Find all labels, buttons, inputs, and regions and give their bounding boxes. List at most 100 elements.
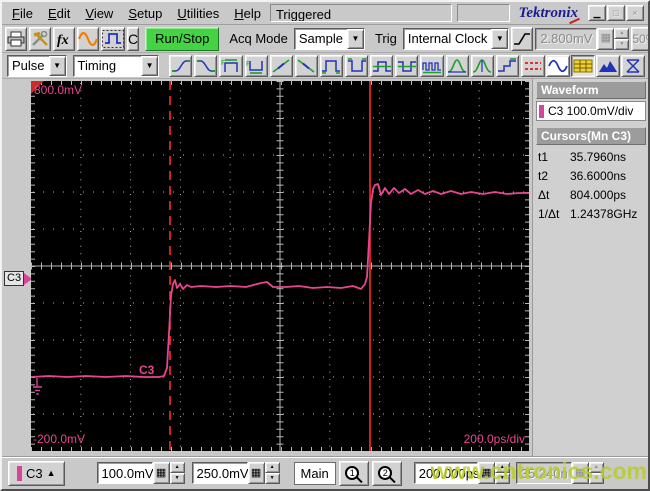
vertical-bottom-label: -200.0mV <box>33 432 86 446</box>
pos-slope-icon <box>272 58 290 73</box>
channel-reference-marker[interactable]: C3 <box>4 271 33 286</box>
dropdown-arrow-icon[interactable]: ▼ <box>141 55 159 76</box>
readout-label: 1/Δt <box>538 207 560 221</box>
spinner-up-icon[interactable]: ▲ <box>264 462 280 473</box>
cursors-toggle-button[interactable] <box>521 54 546 77</box>
svg-text:F: F <box>246 61 250 68</box>
vertical-scale-field[interactable]: 100.0mV/ <box>96 462 157 484</box>
tools-button[interactable] <box>29 26 51 51</box>
menu-file[interactable]: File <box>5 3 41 24</box>
menu-utilities[interactable]: Utilities <box>170 3 227 24</box>
readout-panel: Waveform C3 100.0mV/div Cursors(Mn C3) t… <box>532 79 648 456</box>
menu-setup[interactable]: Setup <box>121 3 170 24</box>
hist-peak2-button[interactable] <box>470 54 494 77</box>
trig-slope-button[interactable] <box>511 26 534 51</box>
pos-width-button[interactable]: F <box>219 54 243 77</box>
histogram-display-button[interactable] <box>596 54 621 77</box>
horizontal-position-field: 35.240n <box>515 462 572 484</box>
waveform-entry-c3[interactable]: C3 100.0mV/div <box>536 101 646 121</box>
printer-icon <box>7 31 25 46</box>
spinner-up-icon: ▲ <box>588 462 604 473</box>
expand-up-icon: ▲ <box>46 468 56 478</box>
svg-text:F: F <box>221 60 225 67</box>
trig-level-spinner: ▲ ▼ <box>614 27 630 50</box>
meas-type-select[interactable]: Timing ▼ <box>72 54 160 77</box>
run-stop-button[interactable]: Run/Stop <box>145 26 220 51</box>
math-fx-button[interactable]: fx <box>53 26 75 51</box>
pos-slope-button[interactable] <box>269 54 293 77</box>
acq-mode-select[interactable]: Sample ▼ <box>293 27 365 50</box>
meas-category-select[interactable]: Pulse ▼ <box>7 54 67 77</box>
minimize-button[interactable]: ▁ <box>588 5 606 21</box>
dropdown-arrow-icon[interactable]: ▼ <box>48 55 66 76</box>
waveform-icon <box>548 59 568 72</box>
neg-width-icon: F <box>246 60 263 74</box>
readout-row-t2: t2 36.6000ns <box>536 166 646 185</box>
waveform-math-button[interactable] <box>77 26 99 51</box>
dropdown-arrow-icon[interactable]: ▼ <box>346 28 364 49</box>
fall-time-icon <box>196 59 215 72</box>
vertical-scale-spinner: ▲ ▼ <box>169 462 185 484</box>
neg-slope-button[interactable] <box>294 54 318 77</box>
neg-width-button[interactable]: F <box>244 54 268 77</box>
pos-width-icon: F <box>221 58 238 72</box>
c3-color-chip <box>539 104 544 118</box>
keypad-button[interactable]: ▦ <box>477 462 495 484</box>
spinner-up-icon[interactable]: ▲ <box>494 462 510 473</box>
trace-channel-label: C3 <box>139 363 155 377</box>
pos-pulse-button[interactable] <box>319 54 344 77</box>
spinner-down-icon[interactable]: ▼ <box>494 473 510 484</box>
horizontal-scale-field[interactable]: 200.000ps <box>413 462 479 484</box>
zoom1-button[interactable]: 1 <box>338 460 369 486</box>
magnifier-2-icon: 2 <box>378 465 396 483</box>
pulse-select-button[interactable] <box>101 26 125 51</box>
mask-display-button[interactable] <box>621 54 646 77</box>
timebase-scale-label: 200.0ps/div <box>463 432 525 446</box>
fall-time-button[interactable] <box>194 54 218 77</box>
burst-width-button[interactable] <box>420 54 444 77</box>
settle-step-button[interactable] <box>495 54 520 77</box>
waveform-display-button[interactable] <box>546 54 571 77</box>
svg-text:fx: fx <box>57 33 69 47</box>
spinner-down-icon[interactable]: ▼ <box>264 473 280 484</box>
vertical-offset-field[interactable]: 250.0mV <box>191 462 249 484</box>
readout-value: 804.000ps <box>570 188 627 202</box>
menu-help[interactable]: Help <box>227 3 269 24</box>
ground-reference-icon <box>33 378 42 395</box>
peak-center-icon <box>473 58 492 73</box>
rise-time-button[interactable] <box>169 54 193 77</box>
print-button[interactable] <box>5 26 27 51</box>
channel-marker-label: C3 <box>4 271 25 286</box>
vertical-offset-group: 250.0mV ▦ ▲ ▼ <box>191 462 280 484</box>
readout-value: 36.6000ns <box>570 169 627 183</box>
zoom2-button[interactable]: 2 <box>371 460 402 486</box>
rise-time-icon <box>171 59 190 72</box>
vertical-top-label: 800.0mV <box>34 83 83 97</box>
neg-crossing-button[interactable] <box>395 54 419 77</box>
neg-pulse-button[interactable] <box>345 54 369 77</box>
spinner-down-icon[interactable]: ▼ <box>169 473 185 484</box>
acq-mode-value: Sample <box>298 30 343 46</box>
pos-crossing-button[interactable] <box>370 54 394 77</box>
keypad-button[interactable]: ▦ <box>247 462 265 484</box>
meas-category-value: Pulse <box>12 57 45 73</box>
readout-label: t2 <box>538 169 549 183</box>
hist-peak-button[interactable] <box>445 54 469 77</box>
readout-display-button[interactable] <box>571 54 596 77</box>
menu-edit[interactable]: Edit <box>41 3 78 24</box>
readout-row-t1: t1 35.7960ns <box>536 147 646 166</box>
readout-row-dt: Δt 804.000ps <box>536 185 646 204</box>
horizontal-scale-spinner: ▲ ▼ <box>494 462 510 484</box>
menu-view[interactable]: View <box>78 3 121 24</box>
timebase-mode-label: Main <box>293 461 336 485</box>
trig-source-select[interactable]: Internal Clock ▼ <box>402 27 510 50</box>
dropdown-arrow-icon[interactable]: ▼ <box>491 28 509 49</box>
spinner-up-icon[interactable]: ▲ <box>169 462 185 473</box>
channel-select-button[interactable]: C3 ▲ <box>8 460 65 486</box>
trig-level-field: 2.800mV <box>535 27 598 50</box>
keypad-button[interactable]: ▦ <box>152 462 170 484</box>
fx-icon: fx <box>57 33 69 47</box>
pulse-marquee-icon <box>102 29 124 48</box>
clear-button[interactable]: C <box>127 26 140 51</box>
vertical-offset-spinner: ▲ ▼ <box>264 462 280 484</box>
